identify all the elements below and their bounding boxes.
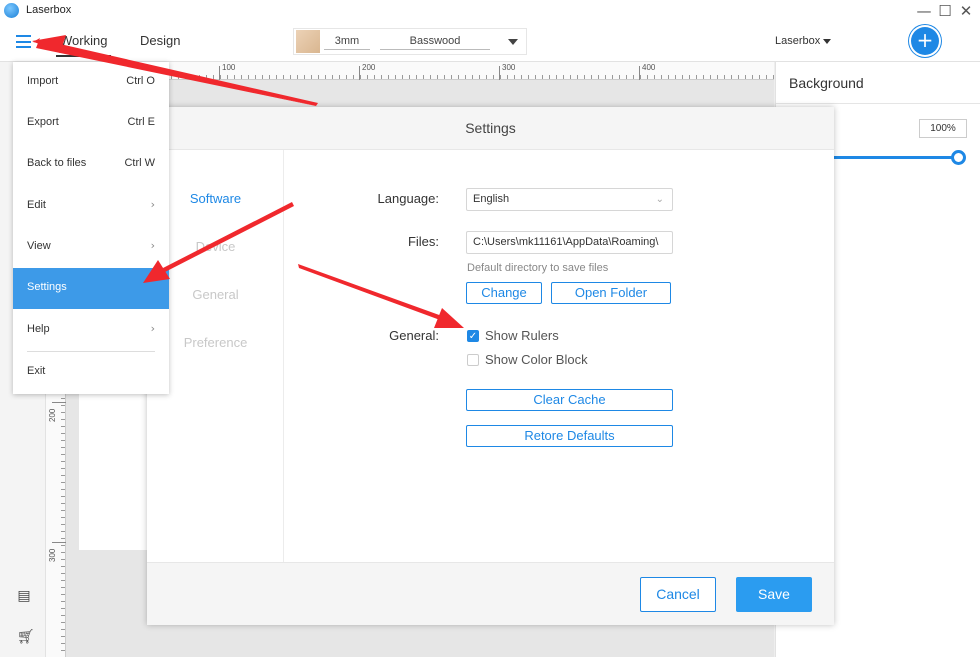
window-title: Laserbox [26,4,72,16]
menu-item-label: Settings [27,281,67,293]
dialog-header: Settings [147,107,834,150]
menu-item-shortcut: Ctrl W [124,157,155,169]
notes-icon[interactable]: ▤ [17,589,31,603]
chevron-right-icon: › [150,239,155,252]
menu-item-view[interactable]: View › [13,227,169,268]
ruler-label: 200 [48,408,57,422]
material-name[interactable]: Basswood [380,35,490,50]
material-selector[interactable]: 3mm Basswood [293,28,527,55]
top-toolbar: Working Design 3mm Basswood Laserbox + [0,22,980,62]
chevron-right-icon: › [150,198,155,211]
general-label: General: [389,328,439,343]
menu-item-shortcut: Ctrl O [126,75,155,87]
files-hint: Default directory to save files [467,262,609,274]
add-device-button[interactable]: + [911,27,939,55]
menu-item-shortcut: Ctrl E [127,116,156,128]
opacity-slider-thumb[interactable] [951,150,966,165]
ruler-label: 300 [502,63,516,72]
clear-cache-button[interactable]: Clear Cache [466,389,673,411]
tab-working[interactable]: Working [55,33,112,57]
opacity-input[interactable]: 100% [919,119,967,138]
show-color-block-checkbox[interactable] [467,354,479,366]
menu-item-import[interactable]: Import Ctrl O [13,62,169,103]
open-folder-button[interactable]: Open Folder [551,282,671,304]
maximize-button[interactable]: ☐ [935,1,955,21]
menu-item-edit[interactable]: Edit › [13,186,169,227]
language-select[interactable]: English ⌄ [466,188,673,211]
language-value: English [473,193,510,205]
tab-design[interactable]: Design [140,33,180,48]
settings-dialog: Settings Software Device General Prefere… [147,107,834,625]
material-swatch [296,30,320,53]
opacity-slider-track[interactable] [834,156,959,159]
files-path-input[interactable]: C:\Users\mk11161\AppData\Roaming\ [466,231,673,254]
language-label: Language: [377,191,439,206]
show-rulers-checkbox[interactable]: ✓ [467,330,479,342]
menu-item-settings[interactable]: Settings [13,268,169,309]
menu-item-label: View [27,240,51,252]
ruler-label: 400 [642,63,656,72]
menu-item-back-to-files[interactable]: Back to files Ctrl W [13,144,169,185]
menu-item-label: Import [27,75,59,87]
main-menu-dropdown: Import Ctrl O Export Ctrl E Back to file… [13,62,169,394]
menu-item-exit[interactable]: Exit [13,352,169,393]
ruler-label: 300 [48,548,57,562]
app-logo-icon [4,3,19,18]
caret-down-icon[interactable] [508,39,518,45]
chevron-down-icon: ⌄ [655,194,664,205]
device-name: Laserbox [775,35,821,47]
close-button[interactable]: ✕ [956,1,976,21]
show-rulers-label[interactable]: Show Rulers [485,328,559,343]
restore-defaults-button[interactable]: Retore Defaults [466,425,673,447]
menu-item-label: Back to files [27,157,87,169]
files-label: Files: [407,234,439,249]
menu-item-help[interactable]: Help › [13,310,169,351]
change-button[interactable]: Change [466,282,542,304]
ruler-label: 200 [362,63,376,72]
title-bar: Laserbox — ☐ ✕ [0,0,980,22]
device-selector[interactable]: Laserbox [775,35,832,47]
dialog-title: Settings [465,120,516,136]
minimize-button[interactable]: — [914,1,934,21]
thickness-input[interactable]: 3mm [324,35,370,50]
menu-item-label: Exit [27,365,46,377]
cancel-button[interactable]: Cancel [640,577,716,612]
ruler-top: 100 200 300 400 [66,62,774,80]
menu-item-label: Edit [27,199,46,211]
cart-icon[interactable]: 🛒︎ [17,630,35,644]
ruler-label: 100 [222,63,236,72]
menu-item-export[interactable]: Export Ctrl E [13,103,169,144]
menu-item-label: Export [27,116,59,128]
menu-item-label: Help [27,323,50,335]
chevron-right-icon: › [150,322,155,335]
dialog-footer: Cancel Save [147,562,834,625]
caret-down-icon [823,38,832,44]
panel-title: Background [789,75,864,91]
show-color-block-label[interactable]: Show Color Block [485,352,588,367]
save-button[interactable]: Save [736,577,812,612]
hamburger-menu-icon[interactable] [16,35,31,48]
